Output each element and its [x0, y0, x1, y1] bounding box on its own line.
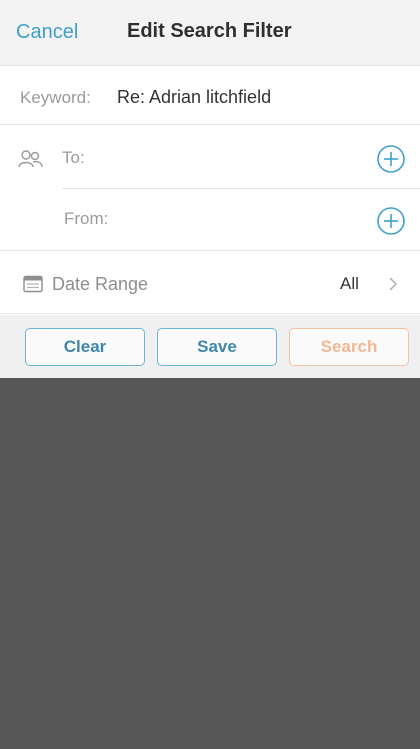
- cancel-button[interactable]: Cancel: [16, 21, 78, 44]
- date-range-value: All: [340, 274, 359, 293]
- from-row[interactable]: From:: [0, 189, 420, 251]
- to-row[interactable]: To:: [0, 126, 420, 188]
- keyword-row[interactable]: Keyword: Re: Adrian litchfield: [0, 67, 420, 125]
- date-range-label: Date Range: [52, 274, 149, 294]
- edit-search-filter-screen: Cancel Edit Search Filter Keyword: Re: A…: [0, 0, 420, 749]
- dimmed-overlay[interactable]: [0, 378, 420, 749]
- chevron-right-icon: [389, 277, 398, 291]
- clear-button[interactable]: Clear: [25, 328, 145, 366]
- keyword-label: Keyword:: [20, 88, 91, 107]
- date-range-row[interactable]: Date Range All: [0, 252, 420, 314]
- add-from-sender-icon[interactable]: [376, 206, 406, 236]
- nav-bar: Cancel Edit Search Filter: [0, 0, 420, 66]
- from-label: From:: [64, 209, 109, 228]
- save-button[interactable]: Save: [157, 328, 277, 366]
- add-to-recipient-icon[interactable]: [376, 144, 406, 174]
- action-bar: Clear Save Search: [0, 315, 420, 378]
- to-label: To:: [62, 148, 85, 167]
- people-icon: [18, 150, 43, 168]
- keyword-input[interactable]: Re: Adrian litchfield: [117, 87, 271, 108]
- search-button[interactable]: Search: [289, 328, 409, 366]
- calendar-icon: [23, 275, 43, 293]
- page-title: Edit Search Filter: [127, 20, 292, 42]
